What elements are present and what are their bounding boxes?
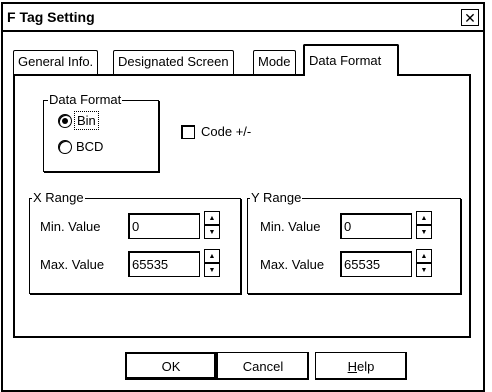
max-value-label: Max. Value — [40, 257, 105, 272]
data-format-group: Data Format Bin BCD — [43, 92, 159, 172]
button-label: Cancel — [242, 358, 284, 374]
close-icon: ✕ — [464, 9, 476, 26]
y-max-value-input[interactable] — [340, 251, 412, 277]
checkbox-icon — [181, 124, 195, 139]
group-legend: X Range — [32, 190, 85, 205]
tab-label: Mode — [258, 54, 291, 69]
tab-data-format[interactable]: Data Format — [303, 44, 399, 76]
tab-label: Designated Screen — [118, 54, 229, 69]
x-range-group: X Range Min. Value ▲ ▼ Max. Value ▲ ▼ — [29, 190, 241, 294]
close-button[interactable]: ✕ — [461, 9, 479, 26]
x-max-spinner[interactable]: ▲ ▼ — [204, 249, 220, 277]
y-min-spinner[interactable]: ▲ ▼ — [416, 211, 432, 239]
tab-designated-screen[interactable]: Designated Screen — [113, 50, 234, 74]
button-label: OK — [161, 358, 181, 374]
radio-unselected-icon — [58, 139, 72, 154]
x-min-value-input[interactable] — [128, 213, 200, 239]
ok-button[interactable]: OK — [125, 352, 217, 380]
y-min-value-input[interactable] — [340, 213, 412, 239]
spin-up-arrow-icon[interactable]: ▲ — [416, 249, 432, 263]
checkbox-label: Code +/- — [201, 124, 252, 139]
code-sign-checkbox[interactable]: Code +/- — [181, 124, 251, 139]
x-max-value-input[interactable] — [128, 251, 200, 277]
spin-up-arrow-icon[interactable]: ▲ — [204, 249, 220, 263]
y-range-group: Y Range Min. Value ▲ ▼ Max. Value ▲ ▼ — [247, 190, 461, 294]
y-max-spinner[interactable]: ▲ ▼ — [416, 249, 432, 277]
tab-label: General Info. — [18, 54, 94, 69]
radio-selected-icon — [58, 113, 72, 128]
spin-up-arrow-icon[interactable]: ▲ — [416, 211, 432, 225]
min-value-label: Min. Value — [40, 219, 101, 234]
f-tag-setting-dialog: F Tag Setting ✕ General Info. Designated… — [1, 2, 485, 392]
radio-bin[interactable]: Bin — [58, 111, 99, 130]
tab-general-info[interactable]: General Info. — [13, 50, 99, 74]
dialog-title: F Tag Setting — [7, 9, 95, 25]
help-button[interactable]: Help — [315, 352, 407, 380]
cancel-button[interactable]: Cancel — [217, 352, 309, 380]
radio-label: BCD — [76, 139, 104, 154]
tab-mode[interactable]: Mode — [253, 50, 296, 74]
spin-down-arrow-icon[interactable]: ▼ — [416, 263, 432, 277]
max-value-label: Max. Value — [260, 257, 325, 272]
group-legend: Data Format — [48, 92, 123, 107]
group-legend: Y Range — [250, 190, 303, 205]
radio-label: Bin — [74, 111, 99, 130]
spin-down-arrow-icon[interactable]: ▼ — [416, 225, 432, 239]
button-label: Help — [347, 358, 375, 374]
title-bar: F Tag Setting ✕ — [3, 4, 483, 32]
spin-down-arrow-icon[interactable]: ▼ — [204, 225, 220, 239]
min-value-label: Min. Value — [260, 219, 321, 234]
spin-down-arrow-icon[interactable]: ▼ — [204, 263, 220, 277]
x-min-spinner[interactable]: ▲ ▼ — [204, 211, 220, 239]
spin-up-arrow-icon[interactable]: ▲ — [204, 211, 220, 225]
tab-label: Data Format — [309, 53, 382, 68]
data-format-panel: Data Format Bin BCD Code +/- X Range Min… — [13, 74, 471, 338]
radio-bcd[interactable]: BCD — [58, 139, 103, 154]
